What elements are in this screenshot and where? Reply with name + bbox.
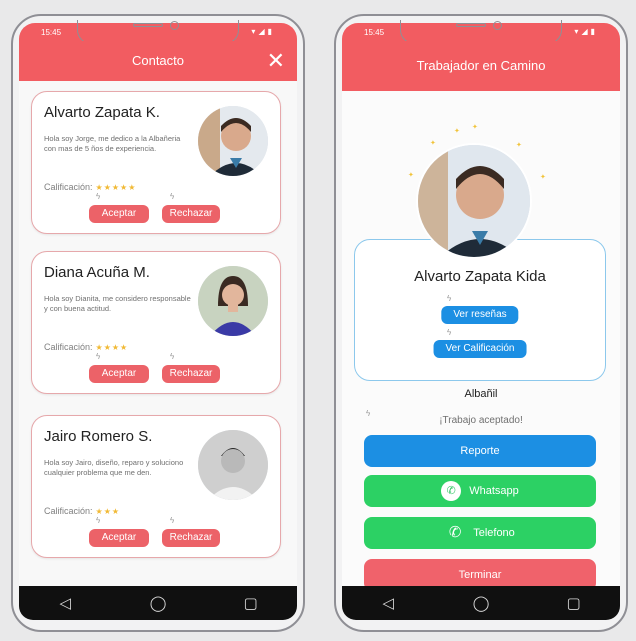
phone-contacto: 15:45 ▾◢▮ Contacto ✕ Alvarto Zapata K. H… [11,14,305,632]
contact-card-2: Diana Acuña M. Hola soy Dianita, me cons… [31,251,281,394]
whatsapp-icon: ✆ [441,481,462,502]
see-rating-button[interactable]: Ver Calificación [433,340,527,358]
see-reviews-button[interactable]: Ver reseñas [441,306,519,324]
recent-apps-icon[interactable]: ▢ [231,594,271,612]
contact-card-3: Jairo Romero S. Hola soy Jairo, diseño, … [31,415,281,558]
contact-name: Alvarto Zapata K. [44,104,160,121]
home-icon[interactable]: ◯ [461,594,501,612]
worker-details: ✦ ✦ ✦ ✦ ✦ ✦ Alvarto Zapata Kida ϟ Ver re… [342,91,620,591]
contact-rating: Calificación: ★★★★★ [44,182,137,192]
app-bar: Trabajador en Camino [342,41,620,91]
contact-description: Hola soy Jairo, diseño, reparo y solucio… [44,458,184,477]
contact-list: Alvarto Zapata K. Hola soy Jorge, me ded… [19,81,297,586]
rating-stars: ★★★★★ [95,183,137,192]
close-icon[interactable]: ✕ [267,41,285,81]
phone-icon: ✆ [448,524,462,542]
status-time: 15:45 [364,28,385,37]
worker-name: Alvarto Zapata Kida [414,268,546,285]
contact-name: Jairo Romero S. [44,428,153,445]
phone-button[interactable]: ✆ Telefono [364,517,596,549]
contact-name: Diana Acuña M. [44,264,150,281]
rating-stars: ★★★★ [95,343,129,352]
recent-apps-icon[interactable]: ▢ [554,594,594,612]
system-nav-bar: ◁ ◯ ▢ [19,586,297,620]
contact-card-1: Alvarto Zapata K. Hola soy Jorge, me ded… [31,91,281,234]
home-icon[interactable]: ◯ [138,594,178,612]
app-bar: Contacto ✕ [19,41,297,81]
system-nav-bar: ◁ ◯ ▢ [342,586,620,620]
status-time: 15:45 [41,28,62,37]
contact-photo [198,106,268,176]
report-button[interactable]: Reporte [364,435,596,467]
whatsapp-button[interactable]: ✆ Whatsapp [364,475,596,507]
page-title: Trabajador en Camino [416,58,546,73]
contact-rating: Calificación: ★★★★ [44,342,129,352]
page-title: Contacto [131,53,185,68]
contact-photo [198,430,268,500]
accept-button[interactable]: Aceptar [89,365,149,383]
back-icon[interactable]: ◁ [368,594,408,612]
worker-photo [416,143,532,259]
job-status: ¡Trabajo aceptado! [439,415,523,426]
contact-description: Hola soy Dianita, me considero responsab… [44,294,191,313]
status-icons: ▾◢▮ [251,27,275,36]
reject-button[interactable]: Rechazar [162,365,220,383]
accept-button[interactable]: Aceptar [89,205,149,223]
contact-description: Hola soy Jorge, me dedico a la Albañeria… [44,134,181,153]
contact-photo [198,266,268,336]
accept-button[interactable]: Aceptar [89,529,149,547]
reject-button[interactable]: Rechazar [162,205,220,223]
worker-card: Alvarto Zapata Kida ϟ Ver reseñas ϟ Ver … [354,239,606,381]
back-icon[interactable]: ◁ [45,594,85,612]
reject-button[interactable]: Rechazar [162,529,220,547]
worker-role: Albañil [464,388,498,400]
rating-stars: ★★★ [95,507,121,516]
status-icons: ▾◢▮ [574,27,598,36]
contact-rating: Calificación: ★★★ [44,506,121,516]
phone-trabajador: 15:45 ▾◢▮ Trabajador en Camino ✦ ✦ ✦ ✦ ✦… [334,14,628,632]
